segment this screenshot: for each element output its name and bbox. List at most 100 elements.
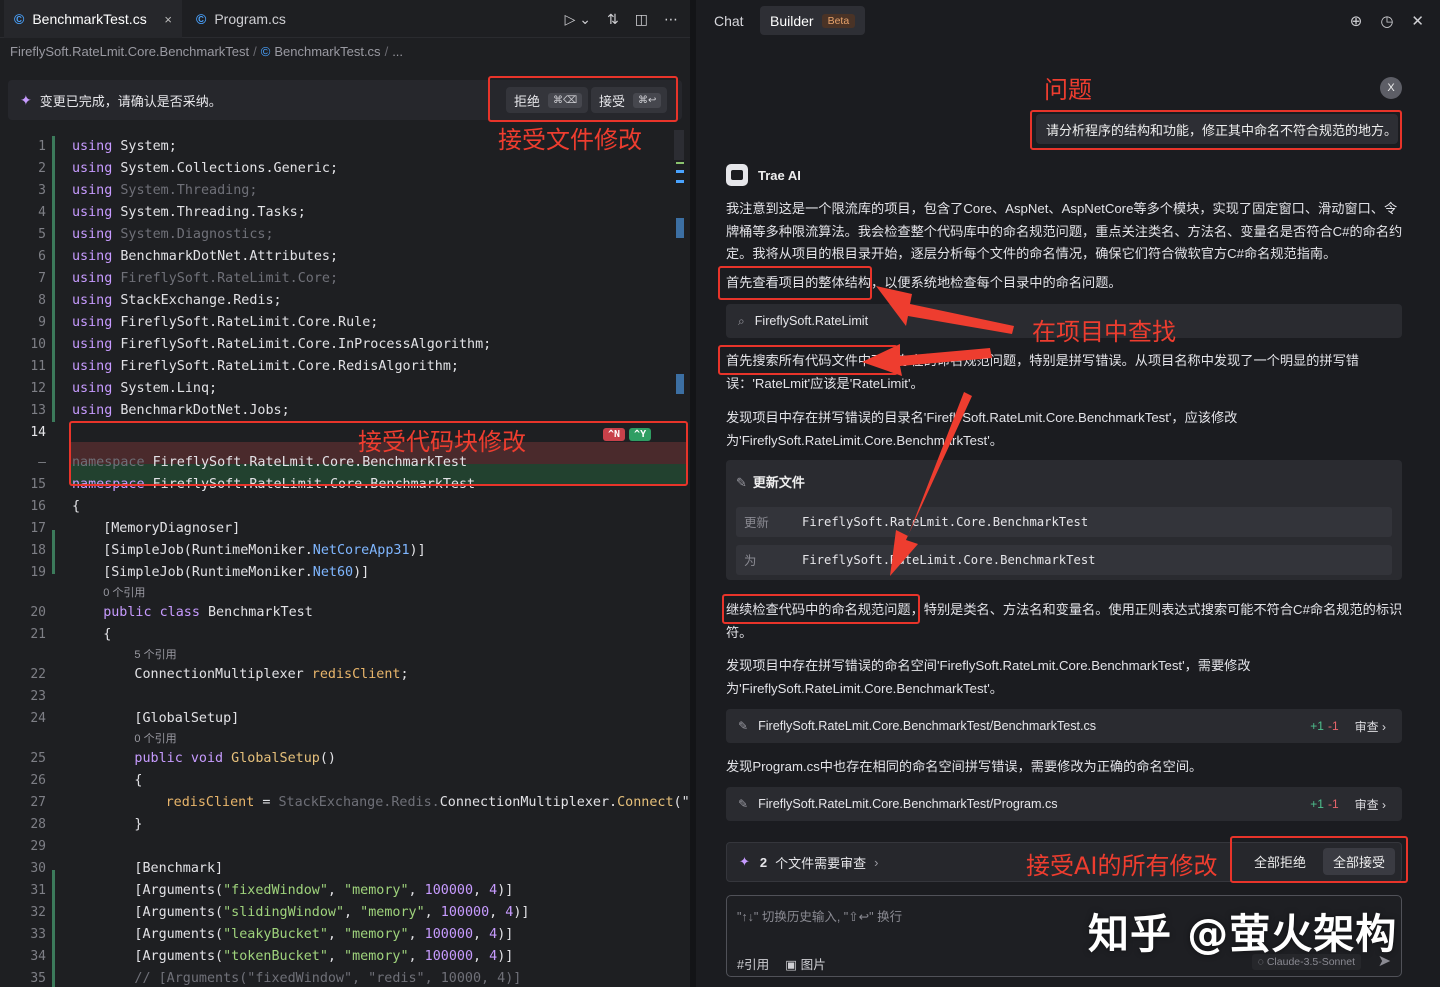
reference-count[interactable]: 0 个引用 bbox=[103, 584, 145, 602]
code-line[interactable]: [Arguments("leakyBucket", "memory", 1000… bbox=[134, 924, 513, 946]
code-line[interactable]: using System; bbox=[72, 136, 177, 158]
breadcrumb: FireflySoft.RateLmit.Core.BenchmarkTest /… bbox=[10, 44, 404, 59]
code-line[interactable]: { bbox=[72, 496, 80, 518]
code-token: using bbox=[72, 403, 113, 418]
code-line[interactable]: [MemoryDiagnoser] bbox=[103, 518, 240, 540]
line-number: 14 bbox=[30, 425, 46, 440]
deletions: -1 bbox=[1327, 719, 1339, 733]
code-line[interactable]: using System.Threading; bbox=[72, 180, 257, 202]
code-token: System.Threading; bbox=[120, 183, 258, 198]
reference-button[interactable]: #引用 bbox=[737, 954, 769, 973]
run-icon[interactable]: ▷ ⌄ bbox=[565, 11, 591, 28]
tab-benchmarktest[interactable]: © BenchmarkTest.cs × bbox=[4, 0, 182, 38]
code-line[interactable]: // [Arguments("fixedWindow", "redis", 10… bbox=[134, 968, 521, 987]
code-line[interactable]: using FireflySoft.RateLimit.Core.InProce… bbox=[72, 334, 491, 356]
close-icon[interactable]: ✕ bbox=[1411, 12, 1424, 30]
code-token: BenchmarkTest bbox=[208, 605, 313, 620]
minimap-slider[interactable] bbox=[674, 130, 684, 160]
accept-block-button[interactable]: ^Y bbox=[629, 428, 652, 441]
changed-file-card[interactable]: ✎ FireflySoft.RateLmit.Core.BenchmarkTes… bbox=[726, 787, 1402, 821]
tab-builder[interactable]: Builder Beta bbox=[760, 6, 866, 35]
tab-program[interactable]: © Program.cs bbox=[186, 0, 296, 38]
reject-all-button[interactable]: 全部拒绝 bbox=[1244, 848, 1316, 875]
code-line[interactable]: using StackExchange.Redis; bbox=[72, 290, 282, 312]
accept-all-button[interactable]: 全部接受 bbox=[1323, 848, 1396, 875]
breadcrumb-file[interactable]: BenchmarkTest.cs bbox=[274, 44, 380, 59]
code-token: BenchmarkDotNet.Attributes; bbox=[120, 249, 339, 264]
breadcrumb-more[interactable]: ... bbox=[392, 44, 403, 59]
split-editor-icon[interactable]: ◫ bbox=[635, 11, 648, 28]
code-token: namespace bbox=[72, 477, 145, 492]
update-card-title: ✎ 更新文件 bbox=[736, 472, 805, 491]
code-line[interactable]: using System.Collections.Generic; bbox=[72, 158, 338, 180]
history-icon[interactable]: ◷ bbox=[1380, 12, 1393, 30]
search-icon: ⌕ bbox=[738, 313, 745, 328]
review-button[interactable]: 审查 › bbox=[1355, 718, 1386, 735]
reject-file-button[interactable]: 拒绝 ⌘⌫ bbox=[506, 87, 589, 113]
code-line[interactable]: [SimpleJob(RuntimeMoniker.Net60)] bbox=[103, 562, 369, 584]
file-path: FireflySoft.RateLmit.Core.BenchmarkTest/… bbox=[758, 719, 1097, 733]
notice-text: 变更已完成，请确认是否采纳。 bbox=[39, 93, 222, 109]
new-chat-icon[interactable]: ⊕ bbox=[1350, 12, 1363, 30]
line-number: 2 bbox=[38, 161, 46, 176]
reject-block-button[interactable]: ^N bbox=[603, 428, 626, 441]
code-token: FireflySoft.RateLimit.Core.InProcessAlgo… bbox=[120, 337, 492, 352]
breadcrumb-namespace[interactable]: FireflySoft.RateLmit.Core.BenchmarkTest bbox=[10, 44, 249, 59]
code-line[interactable]: [SimpleJob(RuntimeMoniker.NetCoreApp31)] bbox=[103, 540, 425, 562]
code-line[interactable]: [Arguments("slidingWindow", "memory", 10… bbox=[134, 902, 529, 924]
code-token: FireflySoft.RateLimit.Core.BenchmarkTest bbox=[152, 477, 476, 492]
code-token: Connect bbox=[617, 795, 674, 810]
line-number: 9 bbox=[38, 315, 46, 330]
edit-icon: ✎ bbox=[736, 475, 747, 490]
code-line[interactable]: { bbox=[103, 624, 111, 646]
code-line[interactable]: using System.Linq; bbox=[72, 378, 217, 400]
code-token: "slidingWindow" bbox=[223, 905, 345, 920]
code-token: StackExchange.Redis; bbox=[120, 293, 282, 308]
assistant-paragraph: 发现项目中存在拼写错误的命名空间'FireflySoft.RateLmit.Co… bbox=[726, 658, 1251, 696]
code-line[interactable]: [Arguments("tokenBucket", "memory", 1000… bbox=[134, 946, 513, 968]
code-token: 4 bbox=[489, 927, 498, 942]
code-line[interactable]: { bbox=[134, 770, 142, 792]
code-token: )] bbox=[409, 543, 426, 558]
code-token: using bbox=[72, 227, 113, 242]
compare-icon[interactable]: ⇅ bbox=[607, 11, 619, 28]
code-line[interactable]: [Arguments("fixedWindow", "memory", 1000… bbox=[134, 880, 513, 902]
review-button[interactable]: 审查 › bbox=[1355, 796, 1386, 813]
line-number: 18 bbox=[30, 543, 46, 558]
code-line[interactable]: using FireflySoft.RateLimit.Core.Rule; bbox=[72, 312, 378, 334]
code-line[interactable]: public class BenchmarkTest bbox=[103, 602, 313, 624]
code-line[interactable]: public void GlobalSetup() bbox=[134, 748, 336, 770]
image-button[interactable]: ▣ 图片 bbox=[785, 954, 826, 973]
reference-count[interactable]: 0 个引用 bbox=[134, 730, 176, 748]
code-line[interactable]: ConnectionMultiplexer redisClient; bbox=[134, 664, 408, 686]
edit-icon: ✎ bbox=[738, 719, 749, 733]
update-from-label: 更新 bbox=[744, 516, 769, 530]
code-line[interactable]: using BenchmarkDotNet.Jobs; bbox=[72, 400, 290, 422]
line-number: 35 bbox=[30, 971, 46, 986]
code-token: [Arguments( bbox=[134, 883, 224, 898]
sparkle-icon: ✦ bbox=[739, 854, 750, 869]
line-number: 1 bbox=[38, 139, 46, 154]
line-number: 17 bbox=[30, 521, 46, 536]
minimap[interactable] bbox=[674, 130, 686, 987]
more-icon[interactable]: ⋯ bbox=[664, 11, 678, 28]
accept-file-button[interactable]: 接受 ⌘↩ bbox=[591, 87, 668, 113]
code-line[interactable]: [GlobalSetup] bbox=[134, 708, 239, 730]
code-line[interactable]: [Benchmark] bbox=[134, 858, 223, 880]
changed-file-card[interactable]: ✎ FireflySoft.RateLmit.Core.BenchmarkTes… bbox=[726, 709, 1402, 743]
code-token: , bbox=[473, 949, 490, 964]
reference-count[interactable]: 5 个引用 bbox=[134, 646, 176, 664]
code-line[interactable]: using System.Threading.Tasks; bbox=[72, 202, 306, 224]
code-line[interactable]: namespace FireflySoft.RateLimit.Core.Ben… bbox=[72, 474, 475, 496]
close-icon[interactable]: × bbox=[164, 12, 172, 27]
code-line[interactable]: using System.Diagnostics; bbox=[72, 224, 274, 246]
code-line[interactable]: redisClient = StackExchange.Redis.Connec… bbox=[166, 792, 690, 814]
assistant-header: Trae AI bbox=[726, 164, 801, 186]
code-line[interactable]: using BenchmarkDotNet.Attributes; bbox=[72, 246, 338, 268]
code-line[interactable]: using FireflySoft.RateLimit.Core; bbox=[72, 268, 338, 290]
tab-chat[interactable]: Chat bbox=[704, 6, 754, 35]
sparkle-icon: ✦ bbox=[20, 91, 32, 108]
code-line[interactable]: } bbox=[134, 814, 142, 836]
code-line[interactable]: using FireflySoft.RateLimit.Core.RedisAl… bbox=[72, 356, 459, 378]
